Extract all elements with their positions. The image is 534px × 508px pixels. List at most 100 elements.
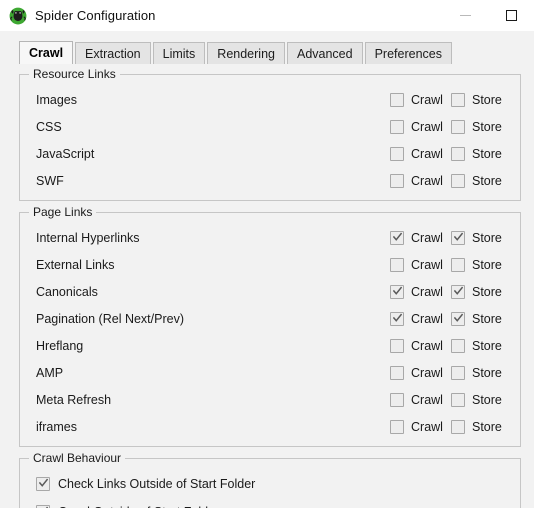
row-controls: Crawl Store [390, 146, 509, 161]
row-controls: Crawl Store [390, 365, 509, 380]
crawl-checkbox-label: Crawl [411, 284, 443, 299]
table-row: iframes Crawl Store [20, 413, 520, 440]
crawl-checkbox-label: Crawl [411, 92, 443, 107]
tab-preferences[interactable]: Preferences [364, 42, 452, 64]
check-icon [454, 313, 463, 322]
crawl-checkbox-iframes[interactable] [390, 419, 404, 434]
store-checkbox-label: Store [472, 419, 502, 434]
crawl-checkbox-internal-hyperlinks[interactable] [390, 230, 404, 245]
crawl-checkbox-group-swf[interactable]: Crawl [390, 173, 451, 188]
store-checkbox-label: Store [472, 257, 502, 272]
crawl-checkbox-group-hreflang[interactable]: Crawl [390, 338, 451, 353]
crawl-checkbox-css[interactable] [390, 119, 404, 134]
crawl-checkbox-swf[interactable] [390, 173, 404, 188]
crawl-checkbox-external-links[interactable] [390, 257, 404, 272]
window-controls [442, 0, 534, 31]
store-checkbox-group-meta-refresh[interactable]: Store [451, 392, 509, 407]
crawl-checkbox-group-iframes[interactable]: Crawl [390, 419, 451, 434]
store-checkbox-group-images[interactable]: Store [451, 92, 509, 107]
title-bar: Spider Configuration [0, 0, 534, 31]
store-checkbox-label: Store [472, 311, 502, 326]
crawl-checkbox-group-css[interactable]: Crawl [390, 119, 451, 134]
store-checkbox-group-amp[interactable]: Store [451, 365, 509, 380]
store-checkbox-meta-refresh[interactable] [451, 392, 465, 407]
group-legend-crawl-behaviour: Crawl Behaviour [29, 452, 126, 465]
store-checkbox-group-hreflang[interactable]: Store [451, 338, 509, 353]
crawl-checkbox-pagination-rel-next-prev[interactable] [390, 311, 404, 326]
table-row: External Links Crawl Store [20, 251, 520, 278]
store-checkbox-canonicals[interactable] [451, 284, 465, 299]
window-title: Spider Configuration [35, 8, 156, 23]
crawl-checkbox-group-javascript[interactable]: Crawl [390, 146, 451, 161]
table-row: Meta Refresh Crawl Store [20, 386, 520, 413]
table-row: Internal Hyperlinks Crawl Store [20, 224, 520, 251]
crawl-checkbox-group-meta-refresh[interactable]: Crawl [390, 392, 451, 407]
store-checkbox-css[interactable] [451, 119, 465, 134]
minimize-icon [459, 15, 471, 16]
store-checkbox-group-javascript[interactable]: Store [451, 146, 509, 161]
store-checkbox-group-swf[interactable]: Store [451, 173, 509, 188]
crawl-behaviour-options: Check Links Outside of Start Folder Crawl… [20, 459, 520, 508]
maximize-button[interactable] [488, 0, 534, 31]
label-check-links-outside-of-start-folder: Check Links Outside of Start Folder [58, 477, 256, 491]
check-icon [393, 232, 402, 241]
row-label-external-links: External Links [36, 257, 115, 272]
tab-crawl[interactable]: Crawl [19, 41, 74, 64]
row-label-internal-hyperlinks: Internal Hyperlinks [36, 230, 140, 245]
store-checkbox-external-links[interactable] [451, 257, 465, 272]
crawl-checkbox-meta-refresh[interactable] [390, 392, 404, 407]
row-controls: Crawl Store [390, 419, 509, 434]
crawl-checkbox-amp[interactable] [390, 365, 404, 380]
crawl-checkbox-canonicals[interactable] [390, 284, 404, 299]
row-controls: Crawl Store [390, 338, 509, 353]
store-checkbox-group-internal-hyperlinks[interactable]: Store [451, 230, 509, 245]
store-checkbox-iframes[interactable] [451, 419, 465, 434]
crawl-checkbox-group-canonicals[interactable]: Crawl [390, 284, 451, 299]
store-checkbox-group-canonicals[interactable]: Store [451, 284, 509, 299]
crawl-checkbox-images[interactable] [390, 92, 404, 107]
crawl-checkbox-label: Crawl [411, 392, 443, 407]
check-icon [39, 478, 48, 487]
store-checkbox-label: Store [472, 365, 502, 380]
store-checkbox-swf[interactable] [451, 173, 465, 188]
store-checkbox-group-pagination-rel-next-prev[interactable]: Store [451, 311, 509, 326]
group-page-links: Page Links Internal Hyperlinks Crawl Store E… [19, 206, 521, 447]
tab-extraction[interactable]: Extraction [75, 42, 151, 64]
store-checkbox-images[interactable] [451, 92, 465, 107]
row-label-iframes: iframes [36, 419, 77, 434]
crawl-checkbox-group-images[interactable]: Crawl [390, 92, 451, 107]
tab-strip-container: Crawl Extraction Limits Rendering Advanced Pr… [0, 31, 534, 64]
tab-advanced[interactable]: Advanced [286, 42, 363, 64]
store-checkbox-hreflang[interactable] [451, 338, 465, 353]
tab-rendering[interactable]: Rendering [207, 42, 285, 64]
checkbox-check-links-outside-of-start-folder[interactable] [36, 477, 50, 491]
store-checkbox-group-css[interactable]: Store [451, 119, 509, 134]
group-body-resource-links: Images Crawl Store CSS Crawl Store JavaScript C… [20, 75, 520, 200]
tab-strip: Crawl Extraction Limits Rendering Advanced Pr… [0, 41, 534, 64]
store-checkbox-label: Store [472, 173, 502, 188]
store-checkbox-pagination-rel-next-prev[interactable] [451, 311, 465, 326]
row-label-canonicals: Canonicals [36, 284, 98, 299]
store-checkbox-javascript[interactable] [451, 146, 465, 161]
store-checkbox-amp[interactable] [451, 365, 465, 380]
store-checkbox-group-external-links[interactable]: Store [451, 257, 509, 272]
row-label-swf: SWF [36, 173, 64, 188]
spider-configuration-window: Spider Configuration Crawl Extraction Limi… [0, 0, 534, 508]
minimize-button[interactable] [442, 0, 488, 31]
crawl-checkbox-group-amp[interactable]: Crawl [390, 365, 451, 380]
tab-limits[interactable]: Limits [152, 42, 206, 64]
row-label-pagination-rel-next-prev: Pagination (Rel Next/Prev) [36, 311, 184, 326]
behaviour-row[interactable]: Check Links Outside of Start Folder [20, 470, 520, 498]
crawl-checkbox-group-internal-hyperlinks[interactable]: Crawl [390, 230, 451, 245]
crawl-checkbox-javascript[interactable] [390, 146, 404, 161]
check-icon [454, 286, 463, 295]
crawl-checkbox-label: Crawl [411, 338, 443, 353]
row-label-amp: AMP [36, 365, 64, 380]
crawl-checkbox-group-external-links[interactable]: Crawl [390, 257, 451, 272]
store-checkbox-internal-hyperlinks[interactable] [451, 230, 465, 245]
crawl-checkbox-group-pagination-rel-next-prev[interactable]: Crawl [390, 311, 451, 326]
row-controls: Crawl Store [390, 311, 509, 326]
behaviour-row[interactable]: Crawl Outside of Start Folder [20, 498, 520, 508]
store-checkbox-group-iframes[interactable]: Store [451, 419, 509, 434]
crawl-checkbox-hreflang[interactable] [390, 338, 404, 353]
